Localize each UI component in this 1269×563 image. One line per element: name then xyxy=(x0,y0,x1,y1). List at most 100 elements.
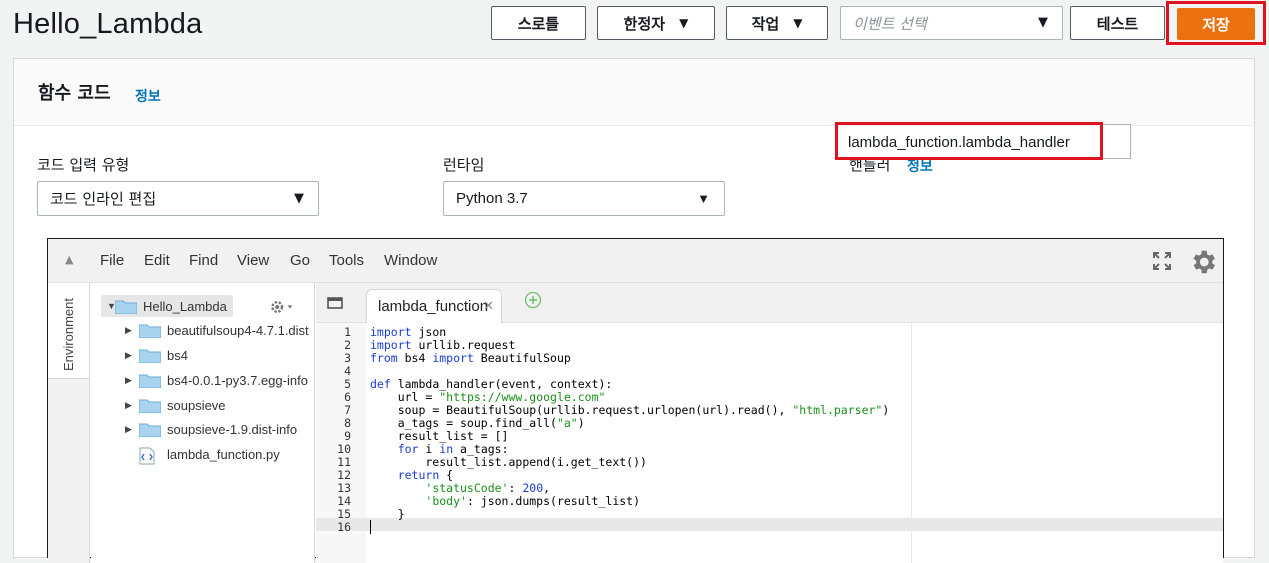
environment-tab[interactable]: Environment xyxy=(48,283,89,379)
code-line: 2 import urllib.request xyxy=(316,339,1223,352)
menu-go[interactable]: Go xyxy=(290,252,310,269)
menu-file[interactable]: File xyxy=(100,252,124,269)
code-line: 11 result_list.append(i.get_text()) xyxy=(316,456,1223,469)
menu-window[interactable]: Window xyxy=(384,252,437,269)
code-line: 12 return { xyxy=(316,469,1223,482)
menu-tools[interactable]: Tools xyxy=(329,252,364,269)
code-text xyxy=(370,520,378,534)
save-label: 저장 xyxy=(1202,15,1230,34)
code-text: from bs4 import BeautifulSoup xyxy=(370,351,571,365)
folder-icon xyxy=(139,323,161,338)
code-editor[interactable]: 1 import json 2 import urllib.request 3 fro… xyxy=(316,323,1223,563)
qualifiers-label: 한정자 xyxy=(623,14,666,33)
code-line: 14 'body': json.dumps(result_list) xyxy=(316,495,1223,508)
info-link[interactable]: 정보 xyxy=(135,86,161,106)
python-file-icon xyxy=(139,447,161,464)
line-number: 2 xyxy=(344,338,351,352)
handler-highlight: lambda_function.lambda_handler xyxy=(835,122,1103,160)
editor-tab-bar: lambda_function ✕ xyxy=(316,283,1223,323)
folder-icon xyxy=(139,348,161,363)
code-line: 8 a_tags = soup.find_all("a") xyxy=(316,417,1223,430)
handler-input[interactable]: lambda_function.lambda_handler xyxy=(838,125,1132,159)
tree-root[interactable]: ▼ Hello_Lambda xyxy=(101,295,233,317)
code-entry-type-value: 코드 인라인 편집 xyxy=(50,190,157,208)
qualifiers-dropdown[interactable]: 한정자 ▼ xyxy=(597,6,715,40)
menu-find[interactable]: Find xyxy=(189,252,218,269)
code-line: 16 xyxy=(316,520,1223,534)
collapsed-arrow-icon: ▶ xyxy=(125,399,132,410)
line-number: 12 xyxy=(337,468,351,482)
tab-list-icon[interactable] xyxy=(327,295,343,314)
save-button[interactable]: 저장 xyxy=(1177,8,1255,40)
collapse-up-icon[interactable]: ▲ xyxy=(65,253,73,266)
code-line: 1 import json xyxy=(316,326,1223,339)
caret-down-icon: ▼ xyxy=(679,16,689,30)
line-number: 7 xyxy=(344,403,351,417)
code-line: 5 def lambda_handler(event, context): xyxy=(316,378,1223,391)
line-number: 1 xyxy=(344,325,351,339)
ide-menu-bar: ▲ File Edit Find View Go Tools Window xyxy=(48,239,1223,283)
gear-icon[interactable] xyxy=(1188,247,1218,281)
code-text: return { xyxy=(397,468,454,482)
folder-icon xyxy=(139,422,161,437)
collapsed-arrow-icon: ▶ xyxy=(125,324,132,335)
tree-item[interactable]: ▶ soupsieve xyxy=(125,394,226,416)
code-text: result_list.append(i.get_text()) xyxy=(370,455,647,469)
runtime-select[interactable]: Python 3.7 ▼ xyxy=(443,181,725,216)
tab-lambda-function[interactable]: lambda_function ✕ xyxy=(366,289,502,323)
code-line: 3 from bs4 import BeautifulSoup xyxy=(316,352,1223,365)
handler-value: lambda_function.lambda_handler xyxy=(848,133,1070,151)
tree-item[interactable]: ▶ bs4-0.0.1-py3.7.egg-info xyxy=(125,369,308,391)
tree-settings-gear-icon[interactable] xyxy=(270,299,294,319)
code-text: import json xyxy=(370,325,447,339)
tree-root-label: Hello_Lambda xyxy=(143,298,227,314)
code-text: for i in a_tags: xyxy=(397,442,509,456)
code-editor-ide: ▲ File Edit Find View Go Tools Window En… xyxy=(47,238,1224,563)
folder-icon xyxy=(139,373,161,388)
line-number: 15 xyxy=(337,507,351,521)
actions-dropdown[interactable]: 작업 ▼ xyxy=(726,6,828,40)
code-text: result_list = [] xyxy=(370,429,509,443)
expanded-arrow-icon: ▼ xyxy=(107,301,116,311)
code-line: 9 result_list = [] xyxy=(316,430,1223,443)
panel-header: 함수 코드 정보 xyxy=(14,59,1254,126)
menu-edit[interactable]: Edit xyxy=(144,252,170,269)
tab-label: lambda_function xyxy=(378,298,489,315)
caret-down-icon: ▼ xyxy=(697,191,710,206)
caret-down-icon: ▼ xyxy=(793,16,803,30)
caret-down-icon: ▼ xyxy=(294,191,304,206)
add-tab-icon[interactable] xyxy=(524,291,542,313)
tree-item[interactable]: ▶ bs4 xyxy=(125,344,188,366)
line-number: 6 xyxy=(344,390,351,404)
test-button[interactable]: 테스트 xyxy=(1070,6,1165,40)
file-tree: ▼ Hello_Lambda ▶ beautifulsoup4-4.7.1.di… xyxy=(91,283,315,563)
line-number: 14 xyxy=(337,494,351,508)
collapsed-arrow-icon: ▶ xyxy=(125,423,132,434)
line-number: 5 xyxy=(344,377,351,391)
panel-title: 함수 코드 xyxy=(38,83,111,104)
ide-side-panel: Environment xyxy=(48,283,90,563)
menu-view[interactable]: View xyxy=(237,252,269,269)
runtime-label: 런타임 xyxy=(443,156,485,174)
tree-item[interactable]: lambda_function.py xyxy=(139,443,280,465)
save-highlight: 저장 xyxy=(1166,1,1266,45)
tree-item[interactable]: ▶ beautifulsoup4-4.7.1.dist xyxy=(125,319,309,341)
line-number: 4 xyxy=(344,364,351,378)
code-text: import urllib.request xyxy=(370,338,516,352)
tree-item[interactable]: ▶ soupsieve-1.9.dist-info xyxy=(125,418,297,440)
folder-icon xyxy=(139,398,161,413)
close-icon[interactable]: ✕ xyxy=(483,298,494,314)
code-text: } xyxy=(370,507,405,521)
code-text: def lambda_handler(event, context): xyxy=(370,377,613,391)
collapsed-arrow-icon: ▶ xyxy=(125,374,132,385)
test-event-select[interactable]: 이벤트 선택 ▼ xyxy=(840,6,1063,40)
line-number: 9 xyxy=(344,429,351,443)
code-entry-type-select[interactable]: 코드 인라인 편집 ▼ xyxy=(37,181,319,216)
folder-icon xyxy=(115,299,137,314)
code-line: 6 url = "https://www.google.com" xyxy=(316,391,1223,404)
code-text: 'body': json.dumps(result_list) xyxy=(425,494,641,508)
actions-label: 작업 xyxy=(751,14,780,33)
fullscreen-icon[interactable] xyxy=(1152,251,1172,275)
code-text: soup = BeautifulSoup(urllib.request.urlo… xyxy=(370,403,890,417)
throttle-button[interactable]: 스로틀 xyxy=(491,6,586,40)
